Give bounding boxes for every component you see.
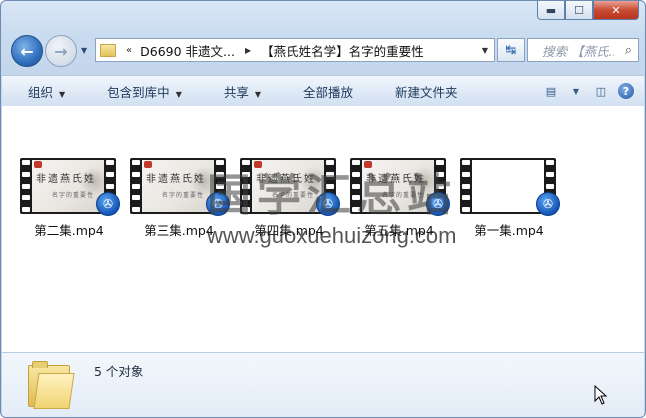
- preview-pane-button[interactable]: ◫: [592, 83, 610, 99]
- breadcrumb-arrow-icon[interactable]: ▶: [245, 46, 251, 55]
- view-controls: ▤ ▼ ◫ ?: [534, 83, 644, 99]
- media-player-icon: ✇: [96, 192, 120, 216]
- thumb-title: 非遗燕氏姓: [36, 174, 96, 185]
- organize-menu[interactable]: 组织 ▼: [28, 82, 81, 101]
- video-frame: [472, 160, 544, 212]
- navigation-bar: ← → ▼ « D6690 非遗文... ▶ 【燕氏姓名学】名字的重要性 ▼ ↹…: [9, 32, 639, 68]
- breadcrumb-parent[interactable]: D6690 非遗文...: [140, 41, 235, 60]
- include-label: 包含到库中: [107, 84, 170, 100]
- organize-label: 组织: [28, 84, 54, 100]
- watermark-url: www.guoxuehuizong.com: [207, 223, 457, 248]
- file-name[interactable]: 第二集.mp4: [14, 220, 124, 239]
- close-icon: ✕: [611, 3, 621, 17]
- address-bar[interactable]: « D6690 非遗文... ▶ 【燕氏姓名学】名字的重要性 ▼: [95, 38, 495, 62]
- folder-icon: [28, 361, 75, 409]
- maximize-button[interactable]: ☐: [565, 1, 593, 20]
- minimize-button[interactable]: ▬: [537, 1, 565, 20]
- back-button[interactable]: ←: [11, 35, 43, 67]
- forward-arrow-icon: →: [54, 41, 68, 61]
- forward-button[interactable]: →: [45, 35, 77, 67]
- film-strip: [131, 160, 141, 212]
- view-options-dropdown[interactable]: ▼: [572, 83, 580, 99]
- play-all-label: 全部播放: [303, 84, 354, 100]
- thumb-subtitle: 名字的重要性: [52, 192, 95, 199]
- explorer-window: ▬ ☐ ✕ ← → ▼ « D6690 非遗文... ▶ 【燕氏姓名学】名字的重…: [0, 0, 646, 418]
- video-frame: 非遗燕氏姓名字的重要性: [142, 160, 214, 212]
- file-item[interactable]: 非遗燕氏姓 名字的重要性 ✇ 第二集.mp4: [20, 158, 120, 238]
- mouse-cursor-icon: [594, 385, 608, 405]
- play-all-button[interactable]: 全部播放: [303, 82, 369, 101]
- refresh-icon: ↹: [505, 42, 517, 58]
- film-strip: [21, 160, 31, 212]
- search-placeholder[interactable]: 搜索 【燕氏...: [542, 41, 614, 60]
- refresh-button[interactable]: ↹: [497, 38, 525, 62]
- media-player-icon: ✇: [536, 192, 560, 216]
- change-view-button[interactable]: ▤: [542, 83, 560, 99]
- chevrons-icon[interactable]: «: [126, 45, 132, 56]
- caption-buttons: ▬ ☐ ✕: [537, 1, 639, 20]
- item-count: 5 个对象: [94, 364, 144, 379]
- thumb-subtitle: 名字的重要性: [162, 192, 205, 199]
- breadcrumb-current[interactable]: 【燕氏姓名学】名字的重要性: [261, 41, 424, 60]
- help-icon: ?: [622, 84, 630, 98]
- search-icon[interactable]: ⌕: [625, 43, 632, 58]
- chevron-down-icon: ▼: [59, 89, 66, 99]
- share-menu[interactable]: 共享 ▼: [224, 82, 277, 101]
- file-item[interactable]: ✇ 第一集.mp4: [460, 158, 560, 238]
- preview-pane-icon: ◫: [595, 84, 607, 98]
- new-folder-label: 新建文件夹: [395, 84, 458, 100]
- file-name[interactable]: 第一集.mp4: [454, 220, 564, 239]
- command-bar: 组织 ▼ 包含到库中 ▼ 共享 ▼ 全部播放 新建文件夹 ▤ ▼ ◫ ?: [2, 75, 644, 106]
- maximize-icon: ☐: [574, 3, 584, 17]
- folder-icon: [100, 43, 116, 57]
- include-in-library-menu[interactable]: 包含到库中 ▼: [107, 82, 198, 101]
- chevron-down-icon: ▼: [254, 89, 262, 99]
- new-folder-button[interactable]: 新建文件夹: [395, 82, 474, 101]
- thumb-title: 非遗燕氏姓: [146, 174, 206, 185]
- search-box[interactable]: 搜索 【燕氏... ⌕: [527, 38, 639, 62]
- chevron-down-icon: ▼: [175, 89, 182, 99]
- recent-pages-dropdown[interactable]: ▼: [81, 46, 87, 55]
- logo-stamp: [34, 161, 42, 168]
- minimize-icon: ▬: [545, 3, 557, 17]
- watermark-chinese: 国学汇总站: [207, 170, 457, 221]
- close-button[interactable]: ✕: [593, 1, 639, 20]
- share-label: 共享: [223, 84, 249, 100]
- details-pane: 5 个对象: [2, 352, 644, 417]
- film-strip: [461, 160, 471, 212]
- back-arrow-icon: ←: [20, 41, 34, 61]
- video-frame: 非遗燕氏姓名字的重要性: [32, 160, 104, 212]
- help-button[interactable]: ?: [618, 83, 634, 99]
- view-icon: ▤: [545, 84, 557, 98]
- address-dropdown-icon[interactable]: ▼: [482, 46, 488, 55]
- logo-stamp: [144, 161, 152, 168]
